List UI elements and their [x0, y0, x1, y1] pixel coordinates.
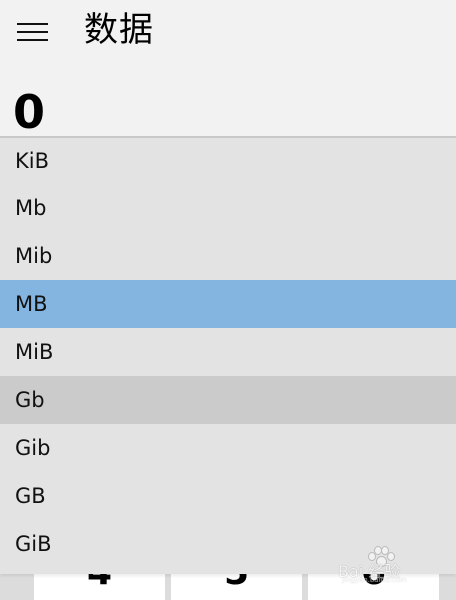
hamburger-menu-button[interactable] [10, 14, 54, 50]
unit-option-gib-bits[interactable]: Gib [0, 424, 456, 472]
unit-dropdown-list[interactable]: KiB Mb Mib MB MiB Gb Gib GB GiB [0, 136, 456, 574]
unit-option-kib[interactable]: KiB [0, 138, 456, 184]
unit-option-gb-bits[interactable]: Gb [0, 376, 456, 424]
app-header: 数据 [0, 0, 456, 62]
menu-line [16, 23, 48, 25]
menu-line [16, 31, 48, 33]
unit-option-gib-bytes[interactable]: GiB [0, 520, 456, 568]
unit-option-mb-bytes-selected[interactable]: MB [0, 280, 456, 328]
page-title: 数据 [84, 10, 154, 50]
unit-option-mib-bits[interactable]: Mib [0, 232, 456, 280]
input-value-display[interactable]: 0 [13, 86, 45, 138]
unit-option-mb-bits[interactable]: Mb [0, 184, 456, 232]
unit-option-mib-bytes[interactable]: MiB [0, 328, 456, 376]
unit-option-gb-bytes[interactable]: GB [0, 472, 456, 520]
menu-line [16, 39, 48, 41]
